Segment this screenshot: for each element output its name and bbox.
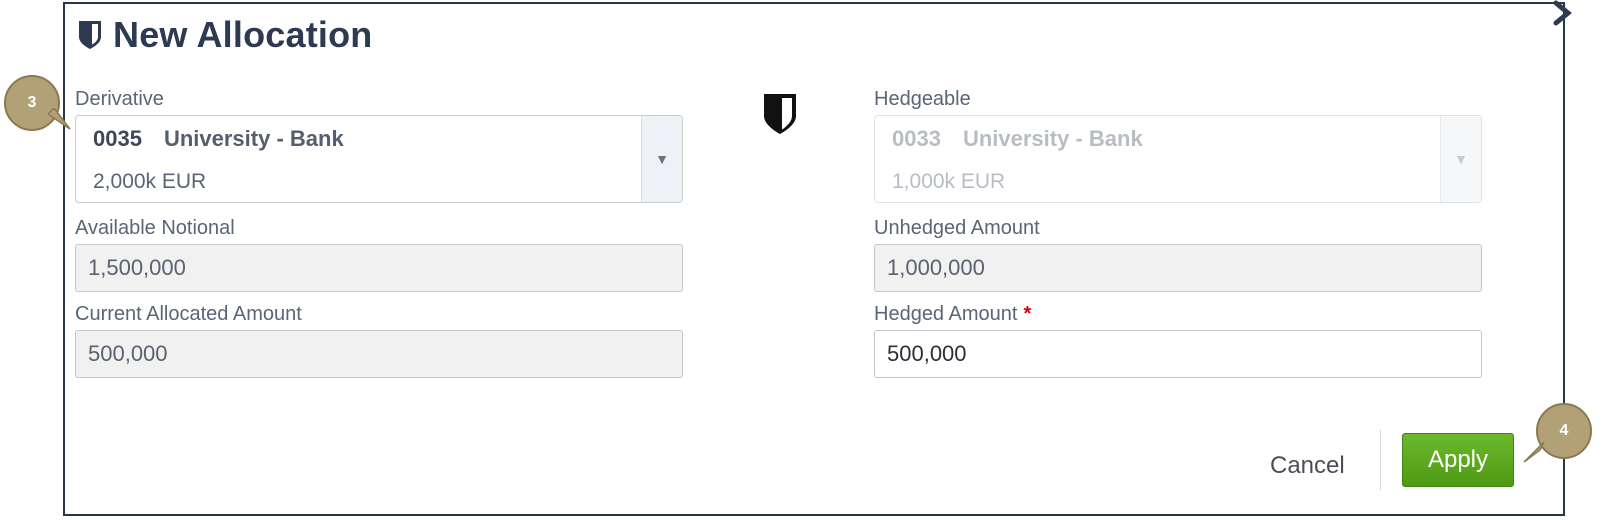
cancel-button[interactable]: Cancel [1270,444,1345,488]
hedged-amount-label-text: Hedged Amount [874,303,1018,325]
unhedged-amount-label: Unhedged Amount [874,217,1040,239]
required-marker: * [1023,303,1032,325]
hedged-amount-label: Hedged Amount * [874,303,1031,326]
chevron-down-icon: ▼ [655,151,669,167]
derivative-select[interactable]: 0035 University - Bank 2,000k EUR ▼ [75,115,683,203]
derivative-select-value[interactable]: 0035 University - Bank 2,000k EUR [76,116,642,202]
callout-3-pointer [48,108,71,130]
hedged-amount-input[interactable]: 500,000 [874,330,1482,378]
available-notional-label: Available Notional [75,217,235,239]
derivative-amount: 2,000k EUR [93,170,207,193]
apply-button[interactable]: Apply [1402,433,1514,487]
new-allocation-dialog: New Allocation Derivative 0035 University… [63,0,1572,516]
derivative-name: University - Bank [163,126,344,151]
hedgeable-select: 0033 University - Bank 1,000k EUR ▼ [874,115,1482,203]
derivative-code: 0035 [93,126,142,151]
hedgeable-name: University - Bank [962,126,1143,151]
hedgeable-dropdown-toggle: ▼ [1440,116,1481,202]
dialog-header: New Allocation [77,14,373,56]
current-allocated-label: Current Allocated Amount [75,303,302,325]
unhedged-amount-field: 1,000,000 [874,244,1482,292]
hedgeable-select-value: 0033 University - Bank 1,000k EUR [875,116,1441,202]
hedgeable-amount: 1,000k EUR [892,170,1006,193]
chevron-down-icon: ▼ [1454,151,1468,167]
callout-4-pointer [1523,442,1545,463]
hedgeable-code: 0033 [892,126,941,151]
shield-icon [762,92,798,141]
derivative-label: Derivative [75,88,164,110]
footer-divider [1380,430,1381,490]
hedgeable-label: Hedgeable [874,88,971,110]
derivative-title-line: 0035 University - Bank [93,126,344,152]
dialog-title: New Allocation [113,14,373,55]
current-allocated-field: 500,000 [75,330,683,378]
derivative-dropdown-toggle[interactable]: ▼ [641,116,682,202]
shield-icon [77,19,103,51]
close-icon[interactable] [1551,0,1573,26]
available-notional-field: 1,500,000 [75,244,683,292]
stage: New Allocation Derivative 0035 University… [0,0,1604,520]
hedgeable-title-line: 0033 University - Bank [892,126,1143,152]
